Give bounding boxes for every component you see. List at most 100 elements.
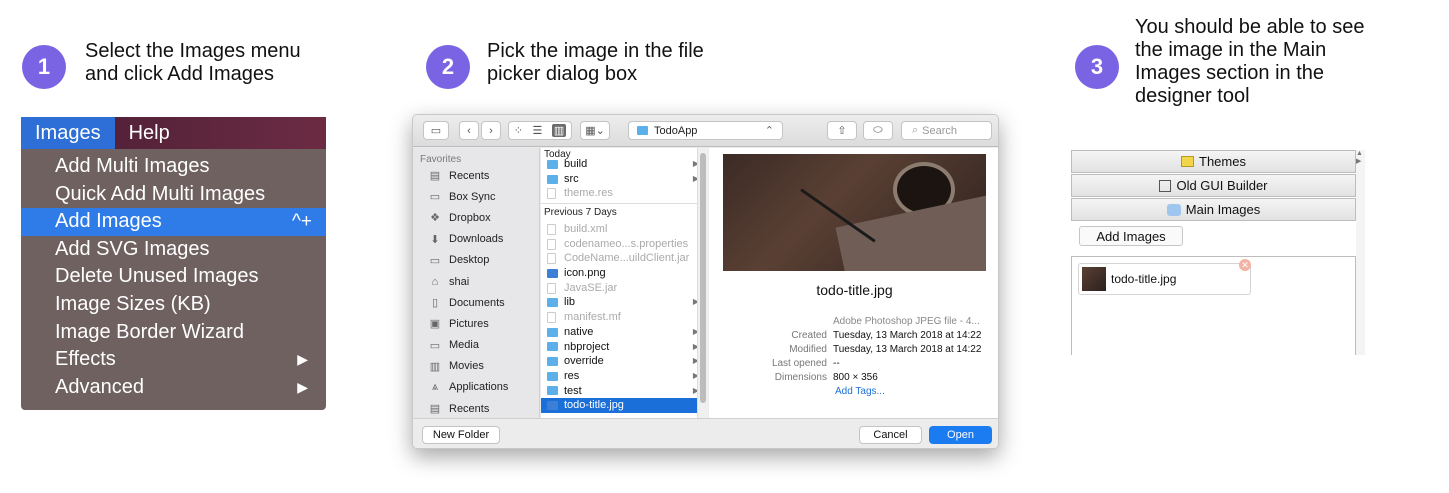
old-gui-builder-tab[interactable]: Old GUI Builder [1071, 174, 1356, 197]
designer-panel: Themes Old GUI Builder Main Images Add I… [1071, 150, 1356, 355]
column-scroll-thumb-2[interactable] [700, 153, 706, 403]
file-icon [547, 253, 556, 265]
submenu-arrow-icon: ▶ [297, 351, 308, 368]
file-item[interactable]: res ▶ [541, 369, 707, 384]
search-field[interactable]: ⌕ Search [901, 121, 992, 140]
file-name: src [564, 172, 579, 185]
menu-item-label: Effects [55, 348, 116, 371]
menu-item-image-border-wizard[interactable]: Image Border Wizard [21, 319, 326, 347]
add-tags-link[interactable]: Add Tags... [835, 386, 885, 397]
sidebar-item-recents[interactable]: ▤ Recents [413, 165, 539, 186]
sidebar-item-shai[interactable]: ⌂ shai [413, 271, 539, 292]
sidebar-item-media[interactable]: ▭ Media [413, 335, 539, 356]
file-item[interactable]: lib ▶ [541, 295, 707, 310]
sidebar-item-label: Box Sync [449, 190, 496, 203]
tag-icon: ⬭ [873, 124, 883, 136]
recents-icon: ▤ [429, 403, 441, 416]
created-value: Tuesday, 13 March 2018 at 14:22 [833, 330, 982, 341]
file-item[interactable]: test ▶ [541, 384, 707, 399]
file-name: lib [564, 296, 576, 309]
submenu-arrow-icon: ▶ [297, 378, 308, 395]
menu-item-advanced[interactable]: Advanced ▶ [21, 374, 326, 402]
view-mode-buttons[interactable]: ⁘ ☰ ▥ [508, 121, 572, 140]
preview-kind: Adobe Photoshop JPEG file - 4... [833, 316, 980, 327]
folder-icon [547, 159, 558, 169]
file-item[interactable]: CodeName...uildClient.jar [541, 251, 707, 266]
new-folder-button[interactable]: New Folder [422, 426, 500, 444]
menu-item-delete-unused-images[interactable]: Delete Unused Images [21, 263, 326, 291]
file-item[interactable]: nbproject ▶ [541, 340, 707, 355]
sidebar-item-recents[interactable]: ▤ Recents [413, 398, 539, 419]
step-3-badge: 3 [1075, 45, 1119, 89]
image-entry[interactable]: todo-title.jpg [1078, 263, 1251, 295]
box-icon: ▭ [429, 191, 441, 204]
file-item[interactable]: build.xml [541, 222, 707, 237]
menubar-help[interactable]: Help [115, 117, 184, 149]
scroll-up-icon[interactable]: ▲ [1356, 150, 1365, 158]
file-item[interactable]: manifest.mf [541, 310, 707, 325]
previous-list: build.xml codenameo...s.properties CodeNam… [541, 222, 707, 413]
old-gui-label: Old GUI Builder [1176, 178, 1268, 193]
menu-item-add-images[interactable]: Add Images ^+ [21, 208, 326, 236]
gallery-view-button[interactable]: ▦⌄ [580, 121, 610, 140]
sidebar-item-pictures[interactable]: ▣ Pictures [413, 313, 539, 334]
step-1-badge: 1 [22, 45, 66, 89]
menu-item-image-sizes-kb[interactable]: Image Sizes (KB) [21, 291, 326, 319]
menu-item-quick-add-multi-images[interactable]: Quick Add Multi Images [21, 181, 326, 209]
sidebar-item-movies[interactable]: ▥ Movies [413, 356, 539, 377]
desktop-icon: ▭ [429, 254, 441, 267]
themes-label: Themes [1199, 154, 1246, 169]
dialog-toolbar: ▭ ‹ › ⁘ ☰ ▥ ▦⌄ TodoApp ⌃ ⇧ ⬭ ⌕ Search [413, 115, 998, 147]
file-item[interactable]: codenameo...s.properties [541, 237, 707, 252]
main-images-tab[interactable]: Main Images [1071, 198, 1356, 221]
sidebar-item-desktop[interactable]: ▭ Desktop [413, 250, 539, 271]
file-item[interactable]: override ▶ [541, 354, 707, 369]
scroll-right-icon[interactable]: ▶ [1356, 158, 1365, 166]
sidebar-item-downloads[interactable]: ⬇ Downloads [413, 229, 539, 250]
shortcut-label: ^+ [291, 211, 312, 233]
file-item[interactable]: JavaSE.jar [541, 281, 707, 296]
menubar-images[interactable]: Images [21, 117, 115, 149]
file-item[interactable]: src ▶ [541, 172, 707, 187]
forward-button[interactable]: › [481, 121, 501, 140]
file-item[interactable]: theme.res [541, 186, 707, 201]
list-view-icon[interactable]: ☰ [532, 124, 542, 137]
menu-item-label: Delete Unused Images [55, 265, 259, 288]
folder-icon [547, 371, 558, 381]
folder-icon [547, 342, 558, 352]
add-images-button[interactable]: Add Images [1079, 226, 1183, 246]
step-2-badge: 2 [426, 45, 470, 89]
file-item[interactable]: build ▶ [541, 157, 707, 172]
column-view-icon[interactable]: ▥ [551, 124, 567, 137]
sidebar-item-dropbox[interactable]: ❖ Dropbox [413, 207, 539, 228]
file-item[interactable]: icon.png [541, 266, 707, 281]
sidebar-items: ▤ Recents ▭ Box Sync ❖ Dropbox ⬇ Downloads ▭ Desk… [413, 165, 539, 419]
image-file-icon [547, 268, 558, 278]
tags-button[interactable]: ⬭ [863, 121, 893, 140]
file-item[interactable]: native ▶ [541, 325, 707, 340]
last-opened-label: Last opened [771, 358, 827, 369]
sidebar-item-box-sync[interactable]: ▭ Box Sync [413, 186, 539, 207]
designer-scrollbar[interactable]: ▲ ▶ [1356, 150, 1365, 355]
sidebar-item-documents[interactable]: ▯ Documents [413, 292, 539, 313]
share-button[interactable]: ⇧ [827, 121, 857, 140]
file-item[interactable]: todo-title.jpg [541, 398, 707, 413]
column-scrollbar-2[interactable] [697, 148, 708, 418]
location-popup[interactable]: TodoApp ⌃ [628, 121, 783, 140]
menu-item-label: Add Multi Images [55, 155, 210, 177]
themes-tab[interactable]: Themes [1071, 150, 1356, 173]
sidebar-item-label: shai [449, 275, 470, 288]
back-button[interactable]: ‹ [459, 121, 479, 140]
menu-item-effects[interactable]: Effects ▶ [21, 346, 326, 374]
icon-view-icon[interactable]: ⁘ [514, 124, 523, 137]
cancel-button[interactable]: Cancel [859, 426, 922, 444]
created-label: Created [791, 330, 827, 341]
open-button[interactable]: Open [929, 426, 992, 444]
menu-item-add-svg-images[interactable]: Add SVG Images [21, 236, 326, 264]
dialog-bottom-bar: New Folder Cancel Open [413, 418, 998, 448]
sidebar-item-applications[interactable]: ⩓ Applications [413, 377, 539, 398]
sidebar-toggle-button[interactable]: ▭ [423, 121, 449, 140]
remove-image-icon[interactable]: ✕ [1239, 259, 1251, 271]
home-icon: ⌂ [431, 275, 439, 288]
menu-item-add-multi-images[interactable]: Add Multi Images [21, 153, 326, 181]
